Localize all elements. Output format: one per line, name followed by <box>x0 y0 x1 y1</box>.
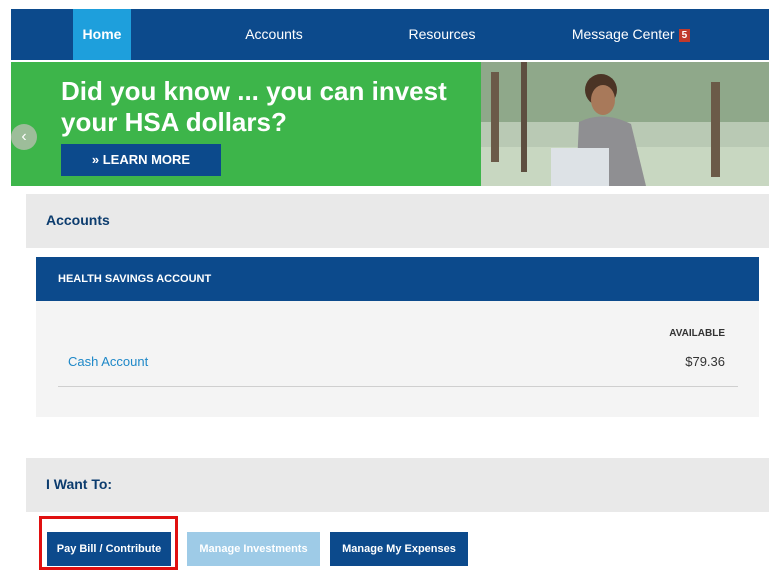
manage-my-expenses-button[interactable]: Manage My Expenses <box>330 532 468 566</box>
banner-photo <box>481 62 769 186</box>
cash-account-amount: $79.36 <box>685 354 725 369</box>
available-column-label: AVAILABLE <box>669 328 725 339</box>
i-want-to-section-header: I Want To: <box>26 458 769 512</box>
nav-resources[interactable]: Resources <box>389 9 495 60</box>
carousel-prev-icon[interactable]: ‹ <box>11 124 37 150</box>
highlight-annotation-box <box>39 516 178 570</box>
accounts-section-header: Accounts <box>26 194 769 248</box>
main-nav: Home Accounts Resources Message Center 5 <box>11 9 769 60</box>
banner-headline: Did you know ... you can invest your HSA… <box>61 76 447 137</box>
nav-home[interactable]: Home <box>73 9 131 60</box>
message-count-badge: 5 <box>678 29 691 42</box>
hsa-header: HEALTH SAVINGS ACCOUNT <box>36 257 759 301</box>
accounts-card: HEALTH SAVINGS ACCOUNT AVAILABLE Cash Ac… <box>26 248 769 440</box>
nav-message-center-label: Message Center <box>571 26 675 42</box>
row-divider <box>58 386 738 387</box>
promo-banner: Did you know ... you can invest your HSA… <box>11 62 769 186</box>
manage-investments-button[interactable]: Manage Investments <box>187 532 320 566</box>
i-want-to-title: I Want To: <box>46 476 113 492</box>
accounts-title: Accounts <box>46 212 110 228</box>
hsa-panel: HEALTH SAVINGS ACCOUNT AVAILABLE Cash Ac… <box>36 257 759 417</box>
nav-message-center[interactable]: Message Center 5 <box>556 9 706 60</box>
nav-accounts[interactable]: Accounts <box>221 9 327 60</box>
cash-account-link[interactable]: Cash Account <box>68 354 148 369</box>
learn-more-button[interactable]: » LEARN MORE <box>61 144 221 176</box>
